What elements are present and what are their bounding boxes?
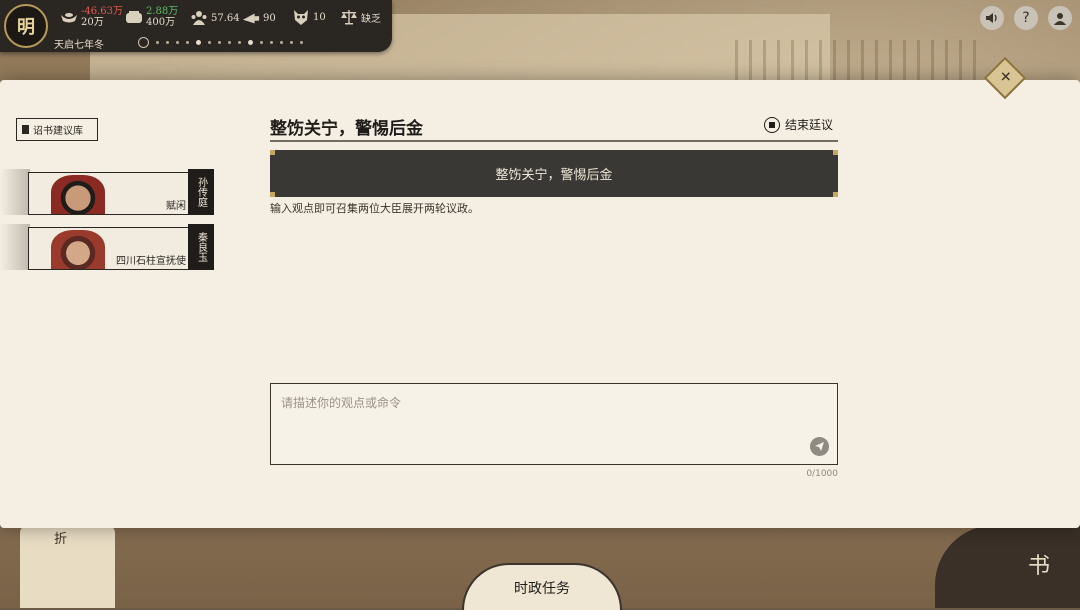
demon-mask-icon [292,9,310,25]
topic-banner-text: 整饬关宁，警惕后金 [495,168,613,183]
minister-name: 秦良玉 [188,224,214,270]
timeline-dot [290,41,293,44]
opinion-input-box [270,383,838,465]
timeline-dot [300,41,303,44]
timeline-dot [156,41,159,44]
timeline-dot [176,41,179,44]
end-debate-label: 结束廷议 [785,118,834,132]
instruction-text: 输入观点即可召集两位大臣展开两轮议政。 [270,202,479,215]
timeline-dot [248,40,253,45]
book-button-label: 书 [1028,554,1051,579]
silver-ingot-icon [60,9,78,25]
close-icon: ✕ [999,69,1012,86]
treasury-stat[interactable]: -46.63万 20万 [60,6,123,28]
minister-avatar [51,175,105,214]
military-value: 10 [313,11,326,23]
minister-portrait: 四川石柱宣抚使 [28,227,190,270]
character-counter: 0/1000 [806,469,838,479]
minister-title: 四川石柱宣抚使 [116,256,186,267]
profile-icon[interactable] [1048,6,1072,30]
minister-card-qin[interactable]: 四川石柱宣抚使 秦良玉 [0,224,214,270]
people-icon [190,10,208,26]
memorial-scroll-label: 折 [54,532,68,547]
timeline-dot [196,40,201,45]
morale-value: 90 [263,12,276,24]
timeline-dot [228,41,231,44]
edict-library-label: 诏书建议库 [33,126,83,137]
date-label: 天启七年冬 [54,40,104,51]
dynasty-seal[interactable]: 明 [4,4,48,48]
page-title: 整饬关宁，警惕后金 [270,119,423,139]
topic-banner: 整饬关宁，警惕后金 [270,150,838,197]
timeline-dot [260,41,263,44]
grain-change: 2.88万 [146,6,179,17]
send-icon[interactable] [810,437,829,456]
book-icon [22,125,29,134]
balance-value: 缺乏 [361,13,381,25]
end-debate-button[interactable]: 结束廷议 [764,116,833,133]
horn-icon [242,10,260,26]
help-icon[interactable]: ? [1014,6,1038,30]
military-stat[interactable]: 10 [292,9,326,25]
title-divider [270,140,838,142]
timeline-dot [270,41,273,44]
stop-icon [764,116,780,133]
population-stat[interactable]: 57.64 [190,10,240,26]
grain-stat[interactable]: 2.88万 400万 [125,6,178,28]
population-value: 57.64 [211,12,240,24]
memorial-scroll[interactable] [20,525,115,608]
edict-library-button[interactable]: 诏书建议库 [16,118,98,141]
treasury-change: -46.63万 [81,6,124,17]
grain-sack-icon [125,9,143,25]
clock-icon [138,37,149,48]
minister-title: 赋闲 [166,201,186,212]
timeline-dot [238,41,241,44]
affairs-tasks-tab[interactable]: 时政任务 [462,563,622,610]
minister-card-sun[interactable]: 赋闲 孙传庭 [0,169,214,215]
speaker-icon[interactable] [980,6,1004,30]
minister-avatar [51,230,105,269]
timeline-dot [166,41,169,44]
timeline-dot [208,41,211,44]
balance-stat[interactable]: 缺乏 [340,9,381,25]
timeline-dot [280,41,283,44]
grain-total: 400万 [146,17,176,28]
morale-stat[interactable]: 90 [242,10,276,26]
season-timeline[interactable] [138,37,303,48]
court-debate-dialog: 诏书建议库 赋闲 孙传庭 四川石柱宣抚使 秦良玉 整饬关宁，警惕后金 结束廷议 … [0,80,1080,528]
status-bar: 明 -46.63万 20万 2.88万 400万 57.64 90 10 缺乏 … [0,0,392,52]
timeline-dot [218,41,221,44]
top-right-controls: ? [980,6,1072,30]
book-button[interactable] [935,525,1080,608]
treasury-total: 20万 [81,17,104,28]
opinion-input[interactable] [279,392,803,456]
scales-icon [340,9,358,25]
timeline-dot [186,41,189,44]
background-calligraphy [735,40,985,85]
minister-name: 孙传庭 [188,169,214,215]
minister-portrait: 赋闲 [28,172,190,215]
